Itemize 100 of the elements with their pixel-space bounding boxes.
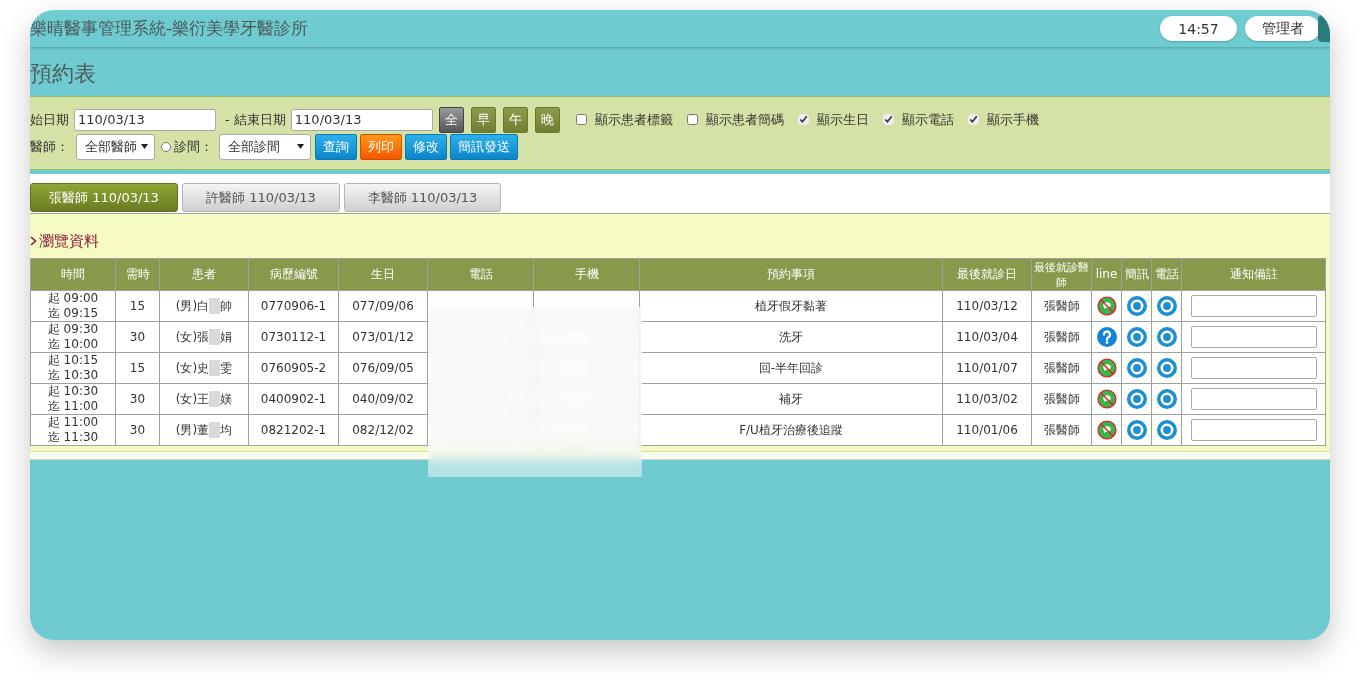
note-input[interactable]: [1190, 295, 1317, 317]
record-number-cell: 0821202-1: [248, 414, 339, 446]
ring-icon[interactable]: [1156, 327, 1177, 347]
end-time: 迄 11:30: [47, 430, 99, 445]
period-button[interactable]: 早: [470, 106, 496, 133]
end-time: 迄 10:00: [47, 337, 99, 352]
exit-button[interactable]: [1318, 15, 1330, 42]
redaction-icon: [209, 391, 221, 407]
column-header: line: [1091, 258, 1122, 291]
birthday-cell: 076/09/05: [338, 352, 428, 384]
help-icon[interactable]: [1096, 327, 1117, 347]
option-checkbox[interactable]: [575, 114, 587, 125]
column-header: 簡訊: [1121, 258, 1152, 291]
option-label: 顯示患者標籤: [594, 110, 673, 129]
prohibited-chat-icon[interactable]: [1096, 358, 1117, 378]
column-header: 最後就診日: [942, 258, 1032, 291]
doctor-select[interactable]: 全部醫師: [76, 133, 155, 160]
note-input[interactable]: [1190, 419, 1317, 441]
patient-name: (男)董: [175, 422, 210, 438]
period-button[interactable]: 午: [502, 106, 528, 133]
user-button[interactable]: 管理者: [1245, 16, 1320, 41]
app-title: 樂晴醫事管理系統-樂衍美學牙醫診所: [30, 17, 310, 40]
birthday-cell: 040/09/02: [338, 383, 428, 415]
patient-name: (女)張: [175, 329, 210, 345]
patient-name: (女)史: [175, 360, 210, 376]
column-header: 需時: [115, 258, 160, 291]
section-title: 瀏覽資料: [39, 232, 99, 250]
doctor-tab[interactable]: 張醫師 110/03/13: [30, 183, 178, 212]
last-doctor-cell: 張醫師: [1031, 321, 1092, 353]
end-time: 迄 11:00: [47, 399, 99, 414]
record-number-cell: 0770906-1: [248, 290, 339, 322]
option-checkbox[interactable]: [882, 114, 894, 125]
option-label: 顯示患者簡碼: [705, 110, 784, 129]
start-time: 起 10:30: [47, 384, 99, 399]
option-checkbox[interactable]: [967, 114, 979, 125]
start-time: 起 09:00: [47, 291, 99, 306]
prohibited-chat-icon[interactable]: [1096, 389, 1117, 409]
end-date-label: - 結束日期: [225, 110, 286, 129]
ring-icon[interactable]: [1126, 296, 1147, 316]
duration-cell: 30: [115, 321, 160, 353]
end-time: 迄 09:15: [47, 306, 99, 321]
option-label: 顯示電話: [901, 110, 954, 129]
ring-icon[interactable]: [1126, 389, 1147, 409]
ring-icon[interactable]: [1156, 296, 1177, 316]
ring-icon[interactable]: [1156, 358, 1177, 378]
redaction-icon: [209, 298, 221, 314]
last-visit-cell: 110/03/12: [942, 290, 1032, 322]
patient-name: 帥: [220, 298, 233, 314]
column-header: 病歷編號: [248, 258, 339, 291]
record-number-cell: 0760905-2: [248, 352, 339, 384]
action-button[interactable]: 修改: [405, 133, 447, 160]
last-doctor-cell: 張醫師: [1031, 352, 1092, 384]
column-header: 預約事項: [639, 258, 943, 291]
room-select[interactable]: 全部診間: [219, 133, 311, 160]
patient-name: 均: [220, 422, 233, 438]
note-input[interactable]: [1190, 388, 1317, 410]
ring-icon[interactable]: [1156, 420, 1177, 440]
end-date-input[interactable]: 110/03/13: [290, 108, 433, 131]
last-doctor-cell: 張醫師: [1031, 414, 1092, 446]
ring-icon[interactable]: [1126, 358, 1147, 378]
period-button[interactable]: 全: [438, 106, 464, 133]
patient-name: 雯: [220, 360, 233, 376]
option-checkbox[interactable]: [797, 114, 809, 125]
last-doctor-cell: 張醫師: [1031, 290, 1092, 322]
action-button[interactable]: 簡訊發送: [450, 133, 518, 160]
last-visit-cell: 110/01/06: [942, 414, 1032, 446]
duration-cell: 30: [115, 414, 160, 446]
column-header: 電話: [1151, 258, 1182, 291]
doctor-tab[interactable]: 許醫師 110/03/13: [182, 183, 340, 212]
doctor-tab[interactable]: 李醫師 110/03/13: [344, 183, 501, 212]
ring-icon[interactable]: [1126, 327, 1147, 347]
birthday-cell: 077/09/06: [338, 290, 428, 322]
room-radio[interactable]: [161, 141, 171, 152]
ring-icon[interactable]: [1156, 389, 1177, 409]
start-time: 起 10:15: [47, 353, 99, 368]
caret-icon: [297, 144, 304, 149]
patient-name: 媄: [220, 391, 233, 407]
birthday-cell: 073/01/12: [338, 321, 428, 353]
column-header: 生日: [338, 258, 428, 291]
option-label: 顯示手機: [986, 110, 1039, 129]
redaction-icon: [209, 329, 221, 345]
period-button[interactable]: 晚: [534, 106, 560, 133]
duration-cell: 30: [115, 383, 160, 415]
action-button[interactable]: 列印: [360, 133, 402, 160]
option-checkbox[interactable]: [686, 114, 698, 125]
ring-icon[interactable]: [1126, 420, 1147, 440]
start-date-input[interactable]: 110/03/13: [74, 108, 216, 131]
column-header: 手機: [533, 258, 640, 291]
last-visit-cell: 110/01/07: [942, 352, 1032, 384]
action-button[interactable]: 查詢: [315, 133, 357, 160]
patient-name: (男)白: [175, 298, 210, 314]
note-input[interactable]: [1190, 357, 1317, 379]
note-input[interactable]: [1190, 326, 1317, 348]
last-visit-cell: 110/03/02: [942, 383, 1032, 415]
page-title: 預約表: [30, 60, 96, 88]
start-time: 起 11:00: [47, 415, 99, 430]
doctor-label: 醫師：: [30, 137, 69, 156]
prohibited-chat-icon[interactable]: [1096, 296, 1117, 316]
record-number-cell: 0400902-1: [248, 383, 339, 415]
prohibited-chat-icon[interactable]: [1096, 420, 1117, 440]
